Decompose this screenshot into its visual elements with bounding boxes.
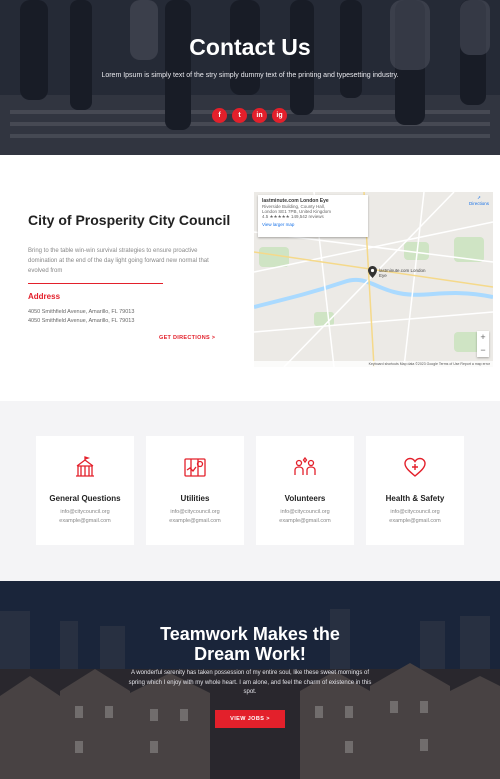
- contact-card: General Questions info@citycouncil.org e…: [36, 436, 134, 545]
- map-footer: Keyboard shortcuts Map data ©2023 Google…: [254, 361, 493, 367]
- get-directions-link[interactable]: GET DIRECTIONS >: [159, 335, 215, 341]
- twitter-icon[interactable]: t: [232, 108, 247, 123]
- card-email[interactable]: example@gmail.com: [36, 518, 134, 524]
- card-email[interactable]: info@citycouncil.org: [146, 509, 244, 515]
- embedded-map[interactable]: lastminute.com London Eye Riverside Buil…: [254, 192, 493, 367]
- review-count: 149,542 reviews: [290, 214, 324, 219]
- utilities-map-icon: [184, 458, 206, 477]
- city-hall-icon: [76, 456, 94, 477]
- volunteers-icon: [294, 456, 316, 475]
- card-email[interactable]: info@citycouncil.org: [366, 509, 464, 515]
- map-pin-icon[interactable]: [368, 266, 377, 278]
- hero-section: Contact Us Lorem Ipsum is simply text of…: [0, 0, 500, 155]
- map-zoom-control[interactable]: + −: [477, 331, 489, 357]
- map-place-rating: 4.5 ★★★★★ 149,542 reviews: [262, 214, 324, 219]
- address-line: 4050 Smithfield Avenue, Amarillo, FL 790…: [28, 318, 135, 324]
- card-email[interactable]: info@citycouncil.org: [36, 509, 134, 515]
- map-place-card: lastminute.com London Eye Riverside Buil…: [258, 195, 368, 237]
- hero-subtitle: Lorem Ipsum is simply text of the stry s…: [101, 72, 399, 79]
- council-description: Bring to the table win-win survival stra…: [28, 248, 209, 274]
- map-directions-label: Directions: [468, 201, 489, 206]
- view-jobs-button[interactable]: VIEW JOBS >: [215, 710, 285, 728]
- card-email[interactable]: info@citycouncil.org: [256, 509, 354, 515]
- banner-title: Teamwork Makes the Dream Work!: [0, 624, 500, 664]
- council-title: City of Prosperity City Council: [28, 212, 231, 228]
- card-title: Volunteers: [284, 494, 326, 503]
- address-label: Address: [28, 292, 61, 301]
- banner-title-line: Teamwork Makes the: [160, 624, 340, 644]
- health-heart-icon: [404, 457, 426, 477]
- card-title: Utilities: [180, 494, 210, 503]
- card-email[interactable]: example@gmail.com: [366, 518, 464, 524]
- instagram-icon[interactable]: ig: [272, 108, 287, 123]
- card-title: General Questions: [49, 494, 121, 503]
- social-links: f t in ig: [212, 108, 287, 123]
- page-title: Contact Us: [189, 34, 311, 60]
- divider: [28, 283, 163, 284]
- rating-value: 4.5: [262, 214, 269, 219]
- card-email[interactable]: example@gmail.com: [146, 518, 244, 524]
- card-email[interactable]: example@gmail.com: [256, 518, 354, 524]
- view-larger-map-link[interactable]: View larger map: [262, 222, 364, 227]
- banner-title-line: Dream Work!: [194, 644, 306, 664]
- careers-banner: Teamwork Makes the Dream Work! A wonderf…: [0, 581, 500, 779]
- card-title: Health & Safety: [385, 494, 445, 503]
- zoom-in-icon[interactable]: +: [477, 331, 489, 344]
- contact-card: Volunteers info@citycouncil.org example@…: [256, 436, 354, 545]
- address-line: 4050 Smithfield Avenue, Amarillo, FL 790…: [28, 309, 135, 315]
- contact-card: Health & Safety info@citycouncil.org exa…: [366, 436, 464, 545]
- facebook-icon[interactable]: f: [212, 108, 227, 123]
- zoom-out-icon[interactable]: −: [477, 344, 489, 357]
- linkedin-icon[interactable]: in: [252, 108, 267, 123]
- map-directions-button[interactable]: ➚ Directions: [465, 195, 493, 206]
- banner-text: A wonderful serenity has taken possessio…: [128, 670, 372, 695]
- map-pin-label: lastminute.com London Eye: [379, 268, 426, 278]
- contact-card: Utilities info@citycouncil.org example@g…: [146, 436, 244, 545]
